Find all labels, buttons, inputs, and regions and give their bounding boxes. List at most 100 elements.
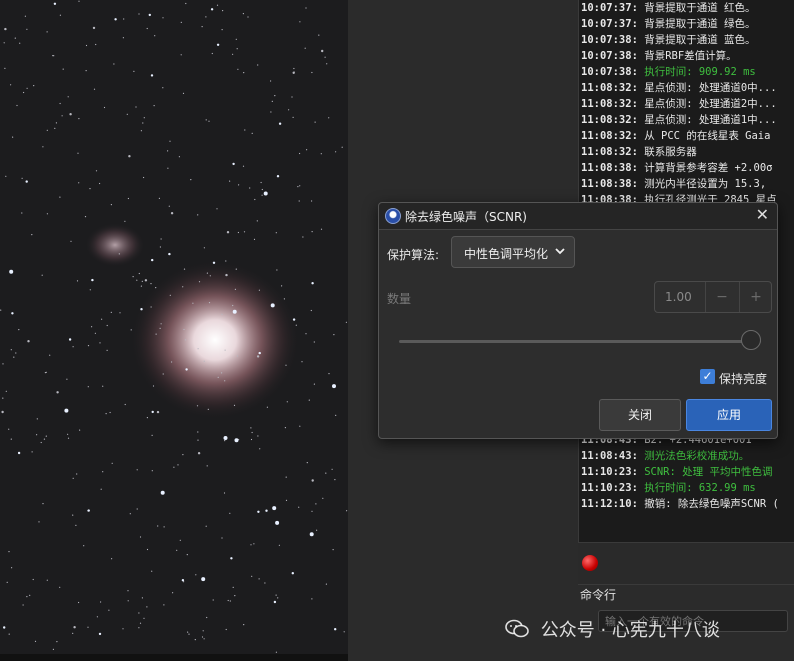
star (21, 177, 23, 179)
log-timestamp: 11:08:32: (581, 114, 645, 126)
star (321, 49, 324, 53)
star (85, 44, 88, 47)
star (243, 72, 245, 74)
star (34, 640, 37, 643)
star (146, 417, 148, 419)
app-icon (385, 208, 401, 224)
star (315, 503, 317, 505)
star (159, 327, 161, 329)
viewer-scrollbar[interactable] (0, 654, 348, 661)
log-message: 背景提取于通道 蓝色。 (644, 34, 756, 46)
star (328, 373, 330, 375)
star (250, 427, 252, 429)
star (216, 208, 218, 210)
star (61, 115, 63, 117)
star (238, 184, 240, 186)
star (184, 339, 186, 341)
star (206, 616, 208, 619)
close-icon[interactable]: ✕ (756, 205, 769, 224)
star (208, 302, 211, 304)
log-line: 10:07:38: 执行时间: 909.92 ms (579, 64, 794, 80)
star (151, 434, 153, 436)
star (119, 312, 121, 314)
star (45, 371, 47, 373)
wechat-icon (505, 619, 529, 639)
star (64, 408, 69, 413)
star (188, 633, 190, 635)
star (129, 513, 131, 515)
star (146, 27, 148, 30)
log-message: 背景提取于通道 绿色。 (644, 18, 756, 30)
star (291, 96, 293, 98)
star (49, 354, 51, 356)
close-button[interactable]: 关闭 (599, 399, 681, 431)
star (141, 280, 143, 282)
star (225, 273, 228, 277)
star (168, 205, 170, 207)
increment-button[interactable]: + (739, 282, 772, 312)
log-message: 测光内半径设置为 15.3, (644, 178, 767, 190)
star (212, 261, 216, 264)
stop-icon[interactable] (582, 555, 598, 571)
star (263, 191, 268, 196)
star (156, 410, 160, 414)
star (150, 283, 152, 285)
star (38, 521, 40, 523)
star (4, 27, 7, 31)
log-timestamp: 11:08:32: (581, 98, 645, 110)
star (281, 285, 283, 287)
star (243, 231, 246, 233)
star (332, 549, 334, 551)
star (122, 37, 124, 39)
star (136, 508, 138, 510)
star (284, 427, 286, 429)
star (169, 140, 171, 142)
star (56, 641, 58, 643)
amount-spinbox[interactable]: 1.00 − + (654, 281, 772, 313)
keep-lightness-checkbox[interactable]: ✓ (700, 369, 715, 384)
star (59, 102, 61, 105)
amount-value[interactable]: 1.00 (665, 290, 692, 304)
star (243, 624, 245, 626)
star (334, 628, 337, 631)
star (46, 129, 48, 131)
apply-button[interactable]: 应用 (686, 399, 772, 431)
star (181, 579, 185, 582)
star (83, 545, 85, 547)
star (224, 380, 226, 382)
amount-slider-handle[interactable] (741, 330, 761, 350)
image-viewer[interactable] (0, 0, 348, 654)
star (314, 121, 316, 123)
star (257, 510, 260, 513)
decrement-button[interactable]: − (705, 282, 738, 312)
star (277, 597, 279, 599)
star (59, 14, 62, 16)
algorithm-select[interactable]: 中性色调平均化 (451, 236, 575, 268)
star (192, 302, 194, 304)
star (91, 326, 93, 328)
star (31, 451, 33, 453)
star (2, 363, 4, 365)
star (186, 554, 188, 556)
star (52, 55, 54, 57)
star (183, 268, 186, 270)
algorithm-label: 保护算法: (387, 248, 440, 262)
star (146, 606, 148, 608)
star (162, 87, 164, 89)
star (8, 633, 10, 635)
dialog-titlebar[interactable]: 除去绿色噪声（SCNR) ✕ (379, 203, 777, 230)
star (78, 0, 80, 2)
star (257, 64, 259, 66)
star (138, 612, 140, 614)
star (158, 197, 160, 199)
star (155, 287, 157, 289)
star (170, 212, 174, 215)
star (2, 397, 4, 399)
log-line: 11:08:32: 星点侦测: 处理通道0中... (579, 80, 794, 96)
star (180, 54, 182, 56)
star (106, 349, 108, 351)
star (55, 122, 58, 124)
amount-slider-track[interactable] (399, 340, 761, 343)
star (143, 617, 145, 619)
star (167, 150, 169, 152)
